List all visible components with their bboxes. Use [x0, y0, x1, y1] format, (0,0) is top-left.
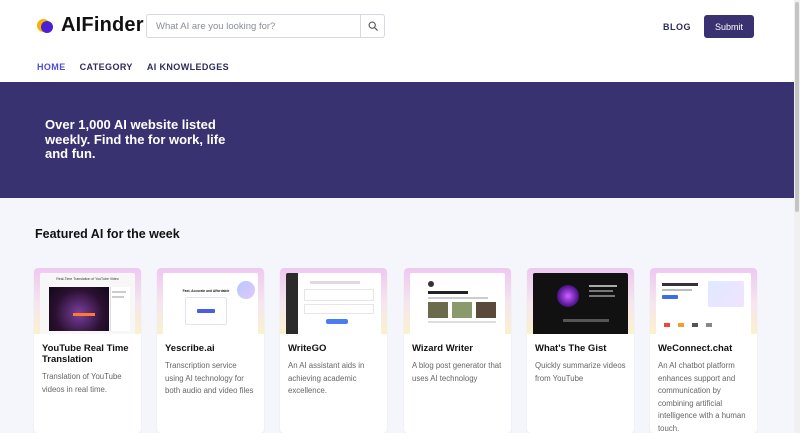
blog-link[interactable]: BLOG — [663, 22, 691, 32]
hero-headline: Over 1,000 AI website listed weekly. Fin… — [45, 117, 226, 161]
card-title: Yescribe.ai — [165, 343, 215, 354]
nav-item-ai-knowledges[interactable]: AI KNOWLEDGES — [147, 62, 229, 72]
ai-card[interactable]: Fast, Accurate and Affordable Transcript… — [157, 268, 264, 433]
page-scrollbar[interactable] — [794, 0, 800, 433]
card-thumbnail — [404, 268, 511, 334]
card-description: An AI assistant aids in achieving academ… — [288, 361, 365, 395]
search-icon — [368, 21, 378, 31]
card-description: Quickly summarize videos from YouTube — [535, 361, 626, 383]
site-header: AIFinder BLOG Submit HOME CATEGORY AI KN… — [0, 0, 794, 82]
ai-card[interactable]: Wizard Writer A blog post generator that… — [404, 268, 511, 433]
logo-text: AIFinder — [61, 14, 144, 36]
card-thumbnail: Real-Time Translation of YouTube Video — [34, 268, 141, 334]
ai-card[interactable]: WriteGO An AI assistant aids in achievin… — [280, 268, 387, 433]
scrollbar-thumb[interactable] — [795, 2, 799, 212]
logo-icon — [37, 18, 53, 34]
card-title: What's The Gist — [535, 343, 607, 354]
ai-card[interactable]: What's The Gist Quickly summarize videos… — [527, 268, 634, 433]
logo[interactable]: AIFinder — [37, 14, 144, 37]
thumb-caption: Real-Time Translation of YouTube Video — [56, 277, 119, 281]
card-description: An AI chatbot platform enhances support … — [658, 361, 746, 433]
search-button[interactable] — [360, 15, 384, 37]
submit-button[interactable]: Submit — [704, 15, 754, 38]
nav-item-category[interactable]: CATEGORY — [80, 62, 133, 72]
card-description: Translation of YouTube videos in real ti… — [42, 372, 122, 394]
card-title: WeConnect.chat — [658, 343, 733, 354]
search-bar — [146, 14, 385, 38]
nav-item-home[interactable]: HOME — [37, 62, 66, 72]
featured-section-title: Featured AI for the week — [35, 227, 180, 241]
card-thumbnail: Fast, Accurate and Affordable Transcript… — [157, 268, 264, 334]
ai-card[interactable]: Real-Time Translation of YouTube Video Y… — [34, 268, 141, 433]
hero-banner: Over 1,000 AI website listed weekly. Fin… — [0, 82, 794, 198]
card-title: YouTube Real Time Translation — [42, 343, 129, 365]
card-thumbnail — [527, 268, 634, 334]
card-description: A blog post generator that uses AI techn… — [412, 361, 502, 383]
main-nav: HOME CATEGORY AI KNOWLEDGES — [37, 62, 243, 72]
card-title: WriteGO — [288, 343, 327, 354]
card-thumbnail — [650, 268, 757, 334]
card-title: Wizard Writer — [412, 343, 473, 354]
card-description: Transcription service using AI technolog… — [165, 361, 254, 395]
ai-card[interactable]: WeConnect.chat An AI chatbot platform en… — [650, 268, 757, 433]
search-input[interactable] — [147, 15, 360, 37]
card-thumbnail — [280, 268, 387, 334]
